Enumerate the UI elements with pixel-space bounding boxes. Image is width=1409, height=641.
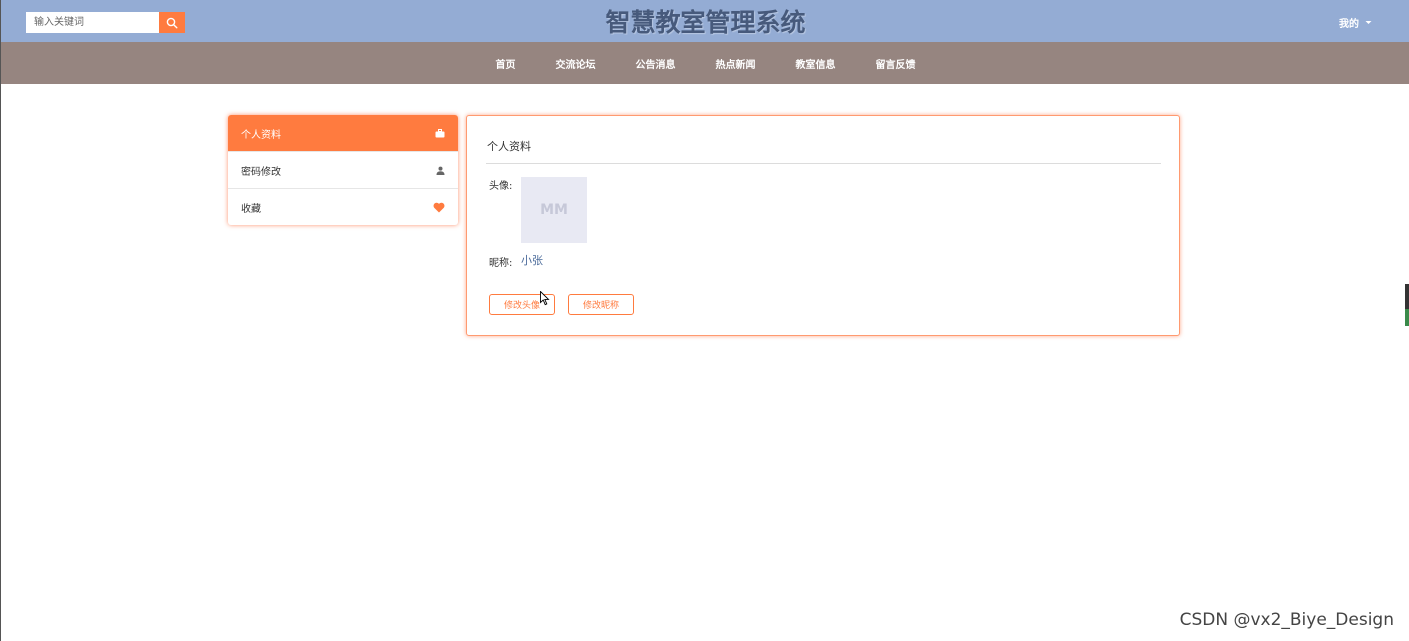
avatar: MM bbox=[521, 177, 587, 243]
side-item-label: 收藏 bbox=[241, 203, 261, 215]
side-item-label: 密码修改 bbox=[241, 166, 281, 178]
mouse-cursor-icon bbox=[540, 291, 550, 306]
nav-item-home[interactable]: 首页 bbox=[496, 56, 516, 71]
nav-item-hot-news[interactable]: 热点新闻 bbox=[716, 56, 756, 71]
side-item-label: 个人资料 bbox=[241, 129, 281, 141]
caret-down-icon bbox=[1365, 21, 1372, 24]
profile-side-menu: 个人资料 密码修改 收藏 bbox=[228, 115, 458, 225]
user-icon bbox=[436, 166, 445, 175]
top-header-bar: 智慧教室管理系统 我的 bbox=[1, 0, 1409, 42]
side-item-password[interactable]: 密码修改 bbox=[228, 152, 458, 189]
avatar-label: 头像: bbox=[489, 181, 513, 192]
side-item-favorites[interactable]: 收藏 bbox=[228, 189, 458, 225]
scrollbar-thumb[interactable] bbox=[1405, 284, 1409, 326]
side-item-profile[interactable]: 个人资料 bbox=[228, 115, 458, 152]
watermark-text: CSDN @vx2_Biye_Design bbox=[1179, 610, 1394, 630]
nav-item-classroom-info[interactable]: 教室信息 bbox=[796, 56, 836, 71]
user-menu[interactable]: 我的 bbox=[1339, 15, 1372, 30]
site-title: 智慧教室管理系统 bbox=[605, 8, 806, 37]
nav-item-forum[interactable]: 交流论坛 bbox=[556, 56, 596, 71]
heart-icon bbox=[433, 202, 445, 212]
search-input[interactable] bbox=[26, 12, 159, 33]
user-menu-label: 我的 bbox=[1339, 19, 1359, 30]
panel-title: 个人资料 bbox=[487, 140, 531, 153]
nav-item-announcements[interactable]: 公告消息 bbox=[636, 56, 676, 71]
nickname-label: 昵称: bbox=[489, 258, 513, 269]
profile-panel: 个人资料 头像: MM 昵称: 小张 修改头像 修改昵称 bbox=[466, 115, 1180, 336]
avatar-placeholder-text: MM bbox=[540, 202, 568, 218]
search-icon bbox=[166, 17, 178, 29]
panel-divider bbox=[486, 163, 1161, 164]
search-button[interactable] bbox=[159, 12, 185, 33]
search-box bbox=[26, 12, 185, 33]
nickname-value: 小张 bbox=[521, 254, 543, 267]
nav-item-feedback[interactable]: 留言反馈 bbox=[876, 56, 916, 71]
change-nickname-button[interactable]: 修改昵称 bbox=[568, 294, 634, 315]
briefcase-icon bbox=[435, 128, 445, 137]
main-navigation: 首页 交流论坛 公告消息 热点新闻 教室信息 留言反馈 bbox=[1, 42, 1409, 84]
